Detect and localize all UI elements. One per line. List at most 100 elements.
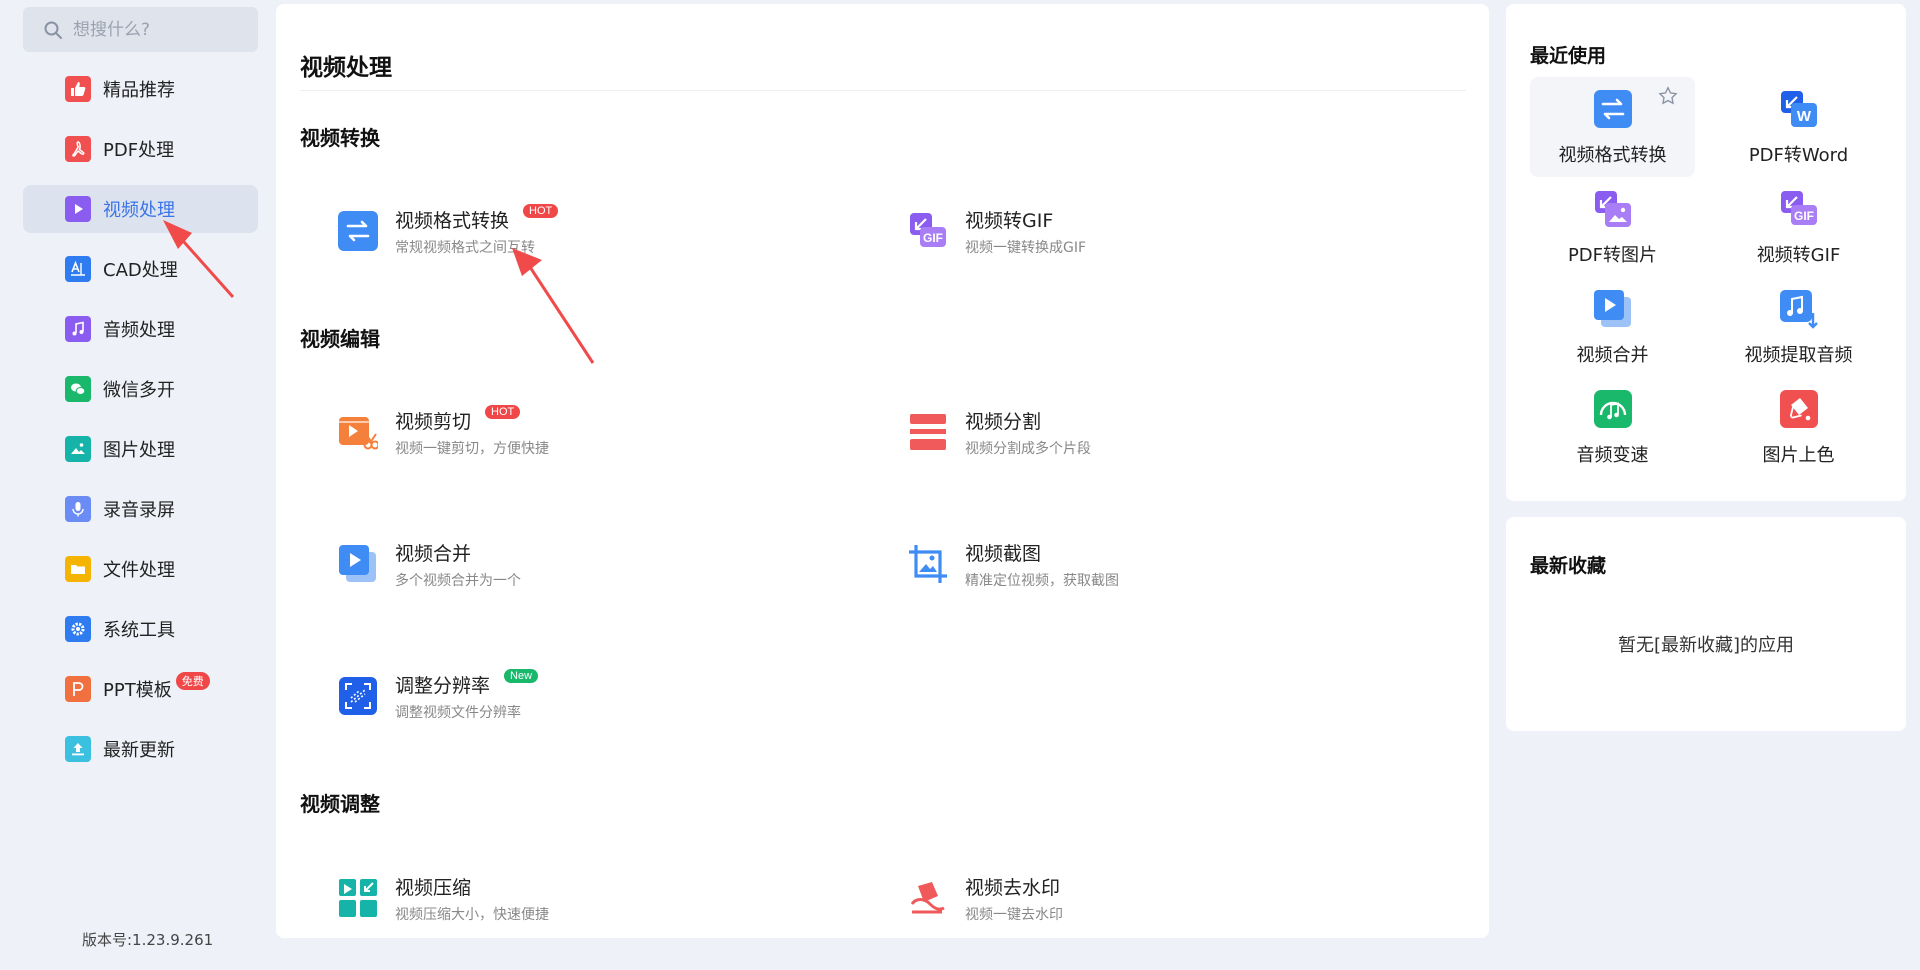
sidebar-item-audio[interactable]: 音频处理 bbox=[23, 305, 258, 353]
tool-name: 视频合并 bbox=[395, 542, 472, 565]
sidebar-item-label: 录音录屏 bbox=[103, 500, 175, 521]
search-icon bbox=[44, 21, 62, 39]
gif-icon: GIF bbox=[1779, 189, 1819, 229]
sidebar-item-system[interactable]: 系统工具 bbox=[23, 605, 258, 653]
tool-name: 视频压缩 bbox=[395, 876, 472, 899]
sidebar-item-label: PDF处理 bbox=[103, 140, 175, 161]
sidebar-item-label: CAD处理 bbox=[103, 260, 178, 281]
convert-arrows-icon bbox=[338, 211, 378, 251]
resolution-icon bbox=[338, 676, 378, 716]
merge-icon bbox=[1593, 289, 1633, 329]
free-badge: 免费 bbox=[175, 672, 210, 690]
recent-item-extract-audio[interactable]: 视频提取音频 bbox=[1716, 277, 1881, 377]
speed-icon bbox=[1593, 389, 1633, 429]
recent-item-label: 视频提取音频 bbox=[1744, 345, 1853, 366]
tool-video-to-gif[interactable]: GIF 视频转GIF 视频一键转换成GIF bbox=[908, 199, 1428, 263]
sidebar-item-video[interactable]: 视频处理 bbox=[23, 185, 258, 233]
sidebar-item-label: 视频处理 bbox=[103, 200, 175, 221]
music-icon bbox=[65, 316, 91, 342]
star-icon[interactable] bbox=[1657, 85, 1679, 107]
tool-name: 视频剪切 bbox=[395, 410, 472, 433]
recent-item-video-format-convert[interactable]: 视频格式转换 bbox=[1530, 77, 1695, 177]
sidebar-item-label: 音频处理 bbox=[103, 320, 175, 341]
svg-text:GIF: GIF bbox=[923, 231, 943, 245]
sidebar-item-ppt[interactable]: PPT模板 免费 bbox=[23, 665, 258, 713]
new-badge: New bbox=[504, 669, 539, 683]
tool-video-remove-watermark[interactable]: 视频去水印 视频一键去水印 bbox=[908, 866, 1428, 930]
tool-desc: 视频压缩大小，快速便捷 bbox=[395, 906, 549, 923]
tool-name: 视频分割 bbox=[965, 410, 1042, 433]
sidebar-item-label: 精品推荐 bbox=[103, 80, 175, 101]
tool-video-compress[interactable]: 视频压缩 视频压缩大小，快速便捷 bbox=[338, 866, 858, 930]
version-label: 版本号:1.23.9.261 bbox=[82, 931, 214, 949]
recent-item-label: PDF转Word bbox=[1748, 145, 1849, 166]
recent-item-label: PDF转图片 bbox=[1567, 245, 1658, 266]
sidebar-item-recording[interactable]: 录音录屏 bbox=[23, 485, 258, 533]
tool-video-merge[interactable]: 视频合并 多个视频合并为一个 bbox=[338, 532, 858, 596]
split-icon bbox=[908, 412, 948, 452]
favorites-panel: 最新收藏 暂无[最新收藏]的应用 bbox=[1506, 517, 1906, 731]
tool-desc: 精准定位视频，获取截图 bbox=[965, 572, 1119, 589]
search-box[interactable] bbox=[23, 7, 258, 52]
tool-desc: 视频一键剪切，方便快捷 bbox=[395, 440, 549, 457]
recent-item-audio-speed[interactable]: 音频变速 bbox=[1530, 377, 1695, 477]
tool-desc: 视频分割成多个片段 bbox=[965, 440, 1091, 457]
gear-icon bbox=[65, 616, 91, 642]
recent-item-image-colorize[interactable]: 图片上色 bbox=[1716, 377, 1881, 477]
sidebar-item-label: 最新更新 bbox=[103, 740, 175, 761]
svg-text:W: W bbox=[1796, 108, 1811, 125]
tool-desc: 视频一键去水印 bbox=[965, 906, 1063, 923]
tool-desc: 常规视频格式之间互转 bbox=[395, 239, 535, 256]
section-title-convert: 视频转换 bbox=[300, 126, 380, 150]
recent-item-pdf-to-image[interactable]: PDF转图片 bbox=[1530, 177, 1695, 277]
tool-video-cut[interactable]: 视频剪切 HOT 视频一键剪切，方便快捷 bbox=[338, 400, 858, 464]
crop-image-icon bbox=[908, 544, 948, 584]
sidebar-item-image[interactable]: 图片处理 bbox=[23, 425, 258, 473]
svg-text:GIF: GIF bbox=[1794, 209, 1814, 223]
ppt-icon bbox=[65, 676, 91, 702]
recent-item-video-merge[interactable]: 视频合并 bbox=[1530, 277, 1695, 377]
sidebar-item-file[interactable]: 文件处理 bbox=[23, 545, 258, 593]
search-input[interactable] bbox=[73, 19, 253, 40]
scissors-icon bbox=[338, 412, 378, 452]
thumbs-up-icon bbox=[65, 76, 91, 102]
recent-title: 最近使用 bbox=[1530, 45, 1607, 67]
tool-desc: 视频一键转换成GIF bbox=[965, 239, 1087, 256]
title-divider bbox=[300, 90, 1466, 91]
audio-extract-icon bbox=[1779, 289, 1819, 329]
merge-icon bbox=[338, 544, 378, 584]
pdf-image-icon bbox=[1593, 189, 1633, 229]
favorites-title: 最新收藏 bbox=[1530, 555, 1607, 577]
sidebar-item-label: PPT模板 bbox=[103, 680, 172, 701]
tool-adjust-resolution[interactable]: 调整分辨率 New 调整视频文件分辨率 bbox=[338, 664, 858, 728]
folder-icon bbox=[65, 556, 91, 582]
section-title-adjust: 视频调整 bbox=[300, 792, 380, 816]
hot-badge: HOT bbox=[523, 204, 559, 218]
gif-icon: GIF bbox=[908, 211, 948, 251]
sidebar-item-cad[interactable]: CAD处理 bbox=[23, 245, 258, 293]
tool-video-screenshot[interactable]: 视频截图 精准定位视频，获取截图 bbox=[908, 532, 1428, 596]
recent-item-pdf-to-word[interactable]: W PDF转Word bbox=[1716, 77, 1881, 177]
sidebar-item-label: 图片处理 bbox=[103, 440, 175, 461]
sidebar-item-updates[interactable]: 最新更新 bbox=[23, 725, 258, 773]
sidebar-item-label: 微信多开 bbox=[103, 380, 175, 401]
tool-name: 调整分辨率 bbox=[395, 674, 491, 697]
mic-icon bbox=[65, 496, 91, 522]
convert-arrows-icon bbox=[1593, 89, 1633, 129]
hot-badge: HOT bbox=[485, 405, 521, 419]
recent-item-label: 视频转GIF bbox=[1756, 245, 1841, 266]
recent-item-label: 视频格式转换 bbox=[1558, 145, 1667, 166]
upload-icon bbox=[65, 736, 91, 762]
tool-video-format-convert[interactable]: 视频格式转换 HOT 常规视频格式之间互转 bbox=[338, 199, 858, 263]
tool-desc: 调整视频文件分辨率 bbox=[395, 704, 521, 721]
sidebar-item-wechat[interactable]: 微信多开 bbox=[23, 365, 258, 413]
sidebar-item-pdf[interactable]: PDF处理 bbox=[23, 125, 258, 173]
tool-video-split[interactable]: 视频分割 视频分割成多个片段 bbox=[908, 400, 1428, 464]
recent-item-label: 视频合并 bbox=[1576, 345, 1649, 366]
sidebar-item-recommend[interactable]: 精品推荐 bbox=[23, 65, 258, 113]
eraser-icon bbox=[908, 878, 948, 918]
recent-item-video-to-gif[interactable]: GIF 视频转GIF bbox=[1716, 177, 1881, 277]
play-icon bbox=[65, 196, 91, 222]
tool-name: 视频格式转换 bbox=[395, 209, 510, 232]
compress-icon bbox=[338, 878, 378, 918]
